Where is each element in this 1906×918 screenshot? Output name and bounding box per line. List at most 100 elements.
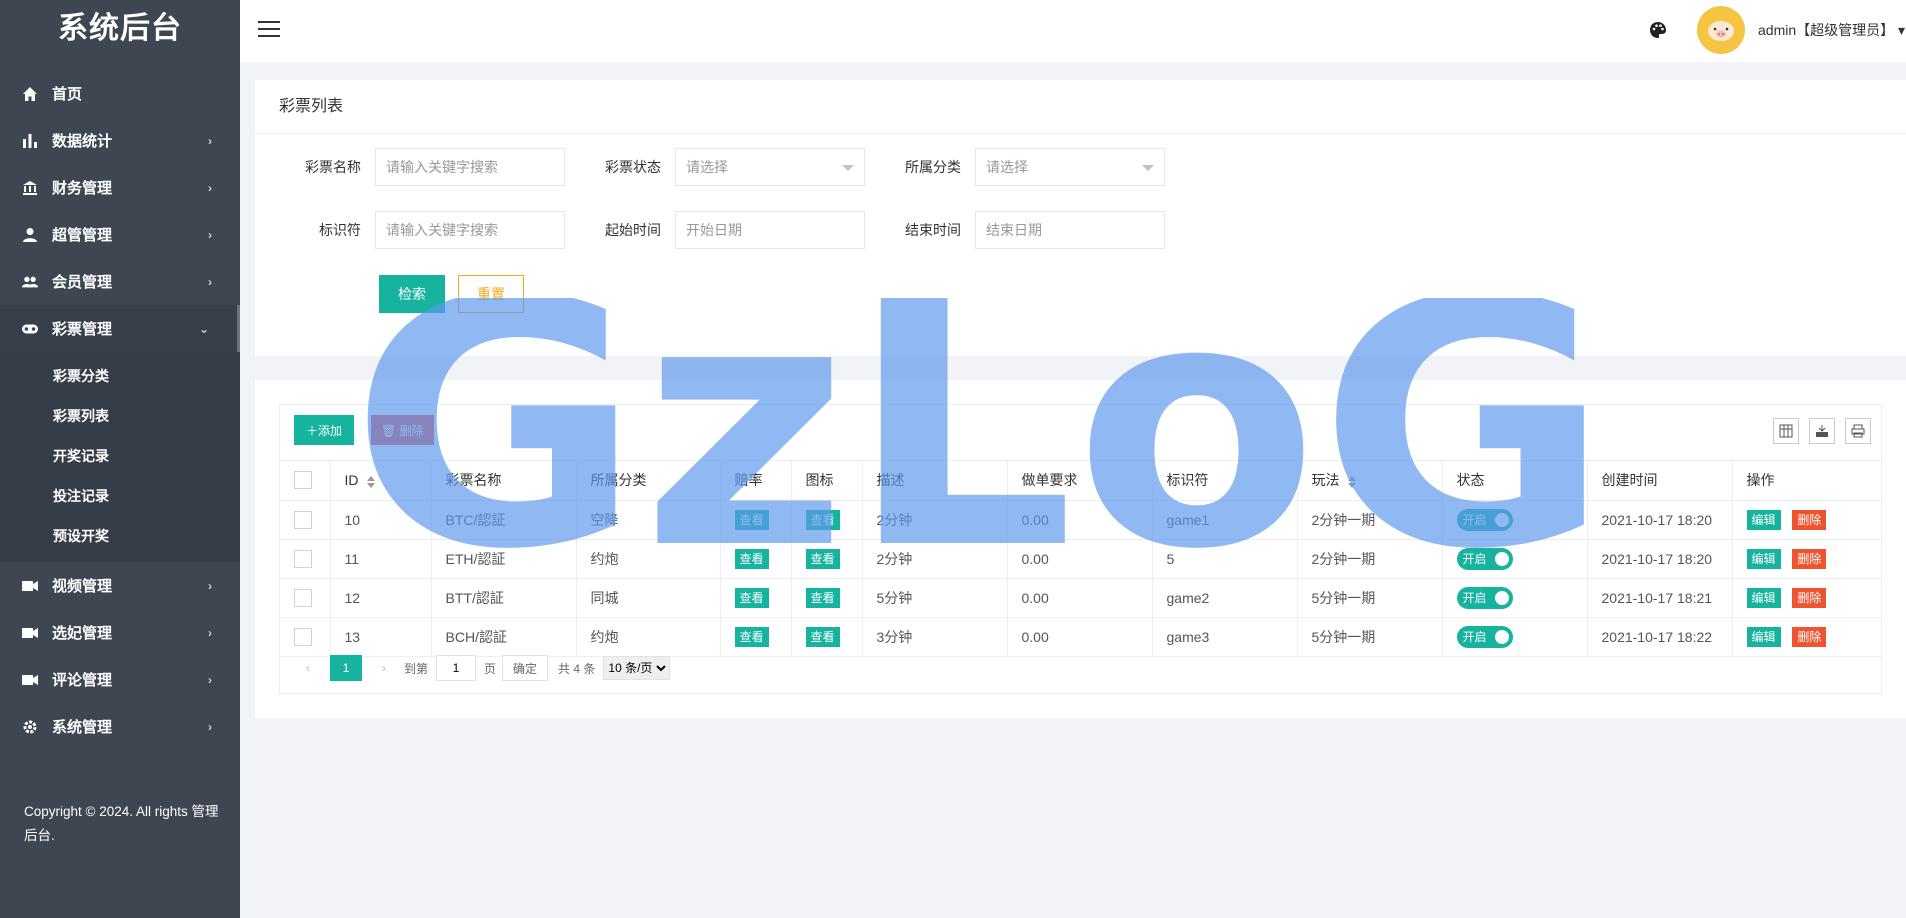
cell-identifier: game3 xyxy=(1152,617,1298,657)
menu-toggle-icon[interactable] xyxy=(258,21,280,39)
view-odds-button[interactable]: 查看 xyxy=(734,548,769,569)
start-label: 起始时间 xyxy=(605,222,661,238)
cell-actions: 编辑 删除 xyxy=(1732,578,1881,618)
cell-identifier: game1 xyxy=(1152,500,1298,540)
category-select[interactable]: 请选择 xyxy=(975,148,1165,186)
cell-created: 2021-10-17 18:21 xyxy=(1587,578,1733,618)
chevron-right-icon: › xyxy=(208,133,212,148)
toggle-label: 开启 xyxy=(1462,552,1487,566)
sidebar-item-members[interactable]: 会员管理 › xyxy=(0,258,240,305)
add-button[interactable]: ＋添加 xyxy=(294,415,355,445)
toggle-knob xyxy=(1494,551,1509,566)
view-icon-button[interactable]: 查看 xyxy=(805,626,840,647)
page-size-select[interactable]: 10 条/页 xyxy=(603,656,671,680)
category-label: 所属分类 xyxy=(905,159,961,175)
user-menu[interactable]: admin【超级管理员】 ▾ xyxy=(1758,20,1905,40)
cell-name: BCH/認証 xyxy=(431,617,577,657)
delete-row-button[interactable]: 删除 xyxy=(1792,548,1827,569)
start-date-input[interactable]: 开始日期 xyxy=(675,211,865,249)
sidebar-item-video[interactable]: 视频管理 › xyxy=(0,562,240,609)
column-header-id[interactable]: ID xyxy=(330,461,432,501)
column-header-play[interactable]: 玩法 xyxy=(1297,461,1443,501)
submenu-item-draws[interactable]: 开奖记录 xyxy=(0,436,240,476)
export-icon[interactable] xyxy=(1809,418,1835,444)
data-table-wrapper: ＋添加 🗑 删除 ID 彩票名称 所属分类 赔率 图标 描述 做单要求 标识符 … xyxy=(279,404,1882,694)
cell-name: ETH/認証 xyxy=(431,539,577,579)
prev-page-icon[interactable]: ‹ xyxy=(294,655,322,681)
gamepad-icon xyxy=(22,321,38,337)
sidebar-item-label: 彩票管理 xyxy=(52,321,113,338)
view-icon-button[interactable]: 查看 xyxy=(805,587,840,608)
submenu-item-preset[interactable]: 预设开奖 xyxy=(0,516,240,556)
palette-icon[interactable] xyxy=(1648,20,1668,40)
select-all-checkbox[interactable] xyxy=(294,471,312,490)
search-button[interactable]: 检索 xyxy=(379,275,445,313)
sort-icon[interactable] xyxy=(366,475,375,488)
avatar[interactable] xyxy=(1697,6,1745,54)
status-toggle[interactable]: 开启 xyxy=(1456,625,1513,648)
cell-status: 开启 xyxy=(1442,578,1588,618)
sidebar-item-lottery[interactable]: 彩票管理 ⌄ xyxy=(0,305,240,352)
lottery-table: ID 彩票名称 所属分类 赔率 图标 描述 做单要求 标识符 玩法 状态 创建时… xyxy=(280,461,1881,657)
end-date-input[interactable]: 结束日期 xyxy=(975,211,1165,249)
print-icon[interactable] xyxy=(1845,418,1871,444)
delete-row-button[interactable]: 删除 xyxy=(1792,587,1827,608)
name-search-input[interactable]: 请输入关键字搜索 xyxy=(375,148,565,186)
current-page[interactable]: 1 xyxy=(330,655,362,681)
edit-button[interactable]: 编辑 xyxy=(1746,509,1781,530)
sidebar-item-label: 会员管理 xyxy=(52,274,113,291)
copyright: Copyright © 2024. All rights 管理后台. xyxy=(24,804,219,843)
cell-identifier: game2 xyxy=(1152,578,1298,618)
edit-button[interactable]: 编辑 xyxy=(1746,587,1781,608)
sidebar-item-home[interactable]: 首页 xyxy=(0,70,240,117)
view-odds-button[interactable]: 查看 xyxy=(734,626,769,647)
submenu-item-category[interactable]: 彩票分类 xyxy=(0,356,240,396)
sidebar-item-finance[interactable]: 财务管理 › xyxy=(0,164,240,211)
cell-id: 11 xyxy=(330,539,432,579)
sidebar-item-comments[interactable]: 评论管理 › xyxy=(0,656,240,703)
submenu-item-list[interactable]: 彩票列表 xyxy=(0,396,240,436)
sidebar-item-stats[interactable]: 数据统计 › xyxy=(0,117,240,164)
cell-desc: 2分钟 xyxy=(862,500,1008,540)
sidebar-item-label: 数据统计 xyxy=(52,133,113,150)
bulk-delete-button[interactable]: 🗑 删除 xyxy=(371,415,434,445)
row-checkbox[interactable] xyxy=(294,627,312,646)
status-toggle[interactable]: 开启 xyxy=(1456,586,1513,609)
page-number-input[interactable] xyxy=(436,655,477,681)
row-checkbox[interactable] xyxy=(294,588,312,607)
sidebar-item-select[interactable]: 选妃管理 › xyxy=(0,609,240,656)
edit-button[interactable]: 编辑 xyxy=(1746,548,1781,569)
next-page-icon[interactable]: › xyxy=(370,655,398,681)
view-odds-button[interactable]: 查看 xyxy=(734,509,769,530)
row-checkbox[interactable] xyxy=(294,510,312,529)
row-checkbox[interactable] xyxy=(294,549,312,568)
status-toggle[interactable]: 开启 xyxy=(1456,547,1513,570)
delete-row-button[interactable]: 删除 xyxy=(1792,509,1827,530)
status-toggle[interactable]: 开启 xyxy=(1456,508,1513,531)
table-row: 11 ETH/認証 约炮 查看 查看 2分钟 0.00 5 2分钟一期 开启 2021-10-17 … xyxy=(280,539,1881,579)
name-label: 彩票名称 xyxy=(305,159,361,175)
goto-confirm-button[interactable]: 确定 xyxy=(502,655,549,681)
bank-icon xyxy=(22,180,38,196)
view-icon-button[interactable]: 查看 xyxy=(805,509,840,530)
reset-button[interactable]: 重置 xyxy=(458,275,524,313)
sidebar-item-admin[interactable]: 超管管理 › xyxy=(0,211,240,258)
sidebar-item-system[interactable]: 系统管理 › xyxy=(0,703,240,750)
view-icon-button[interactable]: 查看 xyxy=(805,548,840,569)
status-select[interactable]: 请选择 xyxy=(675,148,865,186)
end-placeholder: 结束日期 xyxy=(986,222,1042,238)
columns-icon[interactable] xyxy=(1773,418,1799,444)
delete-row-button[interactable]: 删除 xyxy=(1792,626,1827,647)
cell-created: 2021-10-17 18:20 xyxy=(1587,539,1733,579)
cell-requirement: 0.00 xyxy=(1007,500,1153,540)
chevron-right-icon: › xyxy=(208,227,212,242)
edit-button[interactable]: 编辑 xyxy=(1746,626,1781,647)
ident-search-input[interactable]: 请输入关键字搜索 xyxy=(375,211,565,249)
sort-icon[interactable] xyxy=(1347,475,1356,488)
view-odds-button[interactable]: 查看 xyxy=(734,587,769,608)
chevron-right-icon: › xyxy=(208,672,212,687)
cell-identifier: 5 xyxy=(1152,539,1298,579)
cell-play: 2分钟一期 xyxy=(1297,500,1443,540)
submenu-item-bets[interactable]: 投注记录 xyxy=(0,476,240,516)
chevron-right-icon: › xyxy=(208,274,212,289)
